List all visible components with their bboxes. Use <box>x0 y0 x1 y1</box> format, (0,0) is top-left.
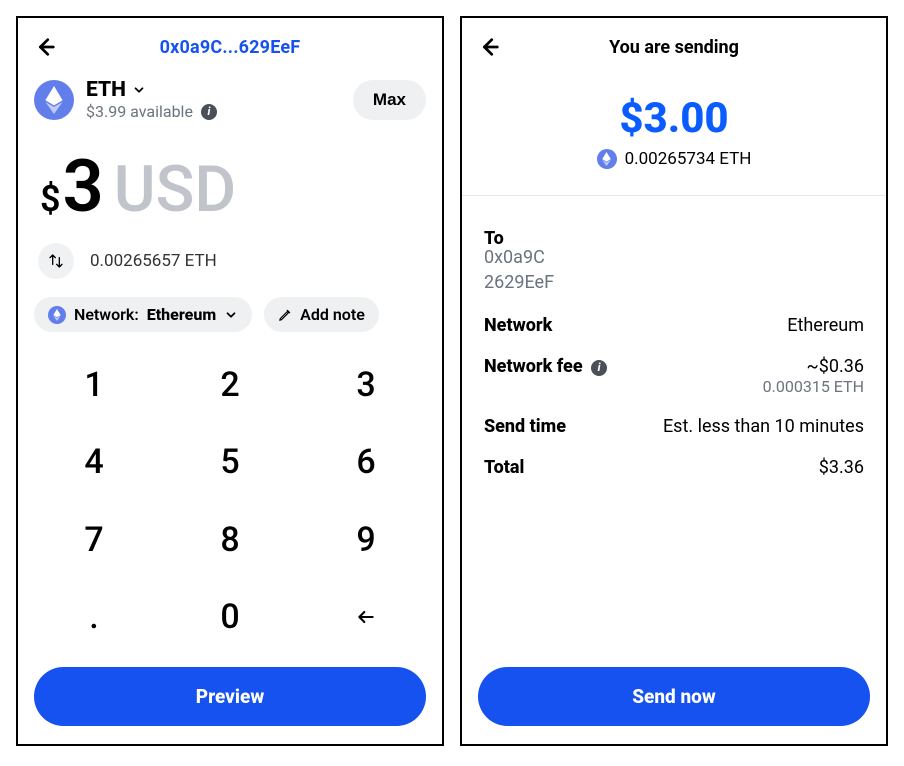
network-label: Network <box>484 315 552 336</box>
asset-selector-row: ETH $3.99 available i Max <box>18 70 442 125</box>
network-selector[interactable]: Network: Ethereum <box>34 297 252 332</box>
destination-address[interactable]: 0x0a9C...629EeF <box>18 37 442 58</box>
available-balance: $3.99 available i <box>86 102 341 121</box>
send-time-value: Est. less than 10 minutes <box>663 416 864 437</box>
key-8[interactable]: 8 <box>162 505 298 575</box>
page-title: You are sending <box>462 37 886 58</box>
add-note-button[interactable]: Add note <box>264 297 379 332</box>
details-section: To 0x0a9C 2629EeF Network Ethereum Netwo… <box>462 208 886 498</box>
to-address: 0x0a9C 2629EeF <box>484 245 864 295</box>
send-now-button[interactable]: Send now <box>478 667 870 726</box>
header: You are sending <box>462 18 886 70</box>
fee-label: Network fee i <box>484 356 607 377</box>
send-entry-screen: 0x0a9C...629EeF ETH $3.99 available i Ma… <box>16 16 444 746</box>
asset-selector[interactable]: ETH <box>86 78 341 102</box>
total-row: Total $3.36 <box>484 447 864 488</box>
fee-value: ~$0.36 <box>763 356 864 377</box>
asset-info: ETH $3.99 available i <box>86 78 341 121</box>
summary-converted: 0.00265734 ETH <box>462 149 886 195</box>
key-0[interactable]: 0 <box>162 582 298 652</box>
chevron-down-icon <box>132 83 146 97</box>
send-confirm-screen: You are sending $3.00 0.00265734 ETH To … <box>460 16 888 746</box>
conversion-row: 0.00265657 ETH <box>18 235 442 297</box>
key-9[interactable]: 9 <box>298 505 434 575</box>
fee-row: Network fee i ~$0.36 0.000315 ETH <box>484 346 864 406</box>
numeric-keypad: 1 2 3 4 5 6 7 8 9 . 0 <box>18 350 442 667</box>
eth-icon <box>34 80 74 120</box>
options-row: Network: Ethereum Add note <box>18 297 442 350</box>
asset-symbol: ETH <box>86 78 126 102</box>
key-backspace[interactable] <box>298 582 434 652</box>
network-row: Network Ethereum <box>484 305 864 346</box>
network-value: Ethereum <box>787 315 864 336</box>
summary-amount-value: $3.00 <box>462 94 886 143</box>
key-7[interactable]: 7 <box>26 505 162 575</box>
send-time-row: Send time Est. less than 10 minutes <box>484 406 864 447</box>
network-value: Ethereum <box>147 305 216 324</box>
header: 0x0a9C...629EeF <box>18 18 442 70</box>
pencil-icon <box>278 308 292 322</box>
converted-amount: 0.00265657 ETH <box>90 251 217 271</box>
total-label: Total <box>484 457 524 478</box>
amount-value: 3 <box>63 151 104 223</box>
arrow-left-icon <box>352 607 380 627</box>
send-time-label: Send time <box>484 416 566 437</box>
preview-button[interactable]: Preview <box>34 667 426 726</box>
eth-icon <box>48 306 66 324</box>
info-icon[interactable]: i <box>201 104 217 120</box>
key-4[interactable]: 4 <box>26 427 162 497</box>
amount-input: $ 3 USD <box>18 125 442 235</box>
key-6[interactable]: 6 <box>298 427 434 497</box>
to-row: To 0x0a9C 2629EeF <box>484 218 864 305</box>
chevron-down-icon <box>224 308 238 322</box>
network-label: Network: <box>74 305 139 324</box>
total-value: $3.36 <box>819 457 864 478</box>
key-5[interactable]: 5 <box>162 427 298 497</box>
currency-prefix: $ <box>40 178 61 220</box>
swap-currency-button[interactable] <box>38 243 74 279</box>
key-1[interactable]: 1 <box>26 350 162 420</box>
swap-icon <box>48 253 64 269</box>
info-icon[interactable]: i <box>591 360 607 376</box>
key-3[interactable]: 3 <box>298 350 434 420</box>
key-dot[interactable]: . <box>26 582 162 652</box>
summary-amount: $3.00 <box>462 70 886 149</box>
fee-sub: 0.000315 ETH <box>763 377 864 396</box>
amount-currency: USD <box>114 152 236 227</box>
eth-icon <box>597 149 617 169</box>
key-2[interactable]: 2 <box>162 350 298 420</box>
max-button[interactable]: Max <box>353 80 426 120</box>
divider <box>462 195 886 196</box>
